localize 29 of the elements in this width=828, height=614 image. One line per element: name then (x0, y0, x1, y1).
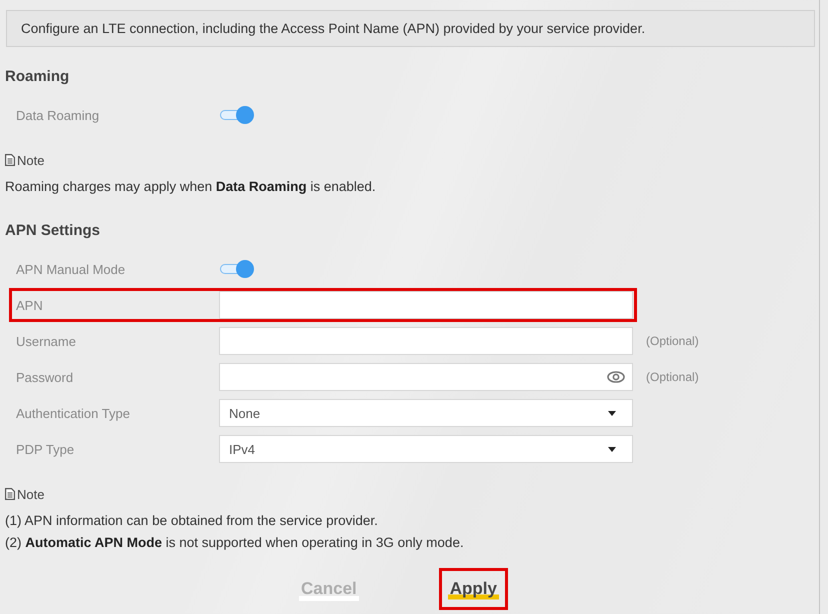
field-label: Username (16, 334, 77, 348)
input-field[interactable] (219, 327, 633, 355)
field-label: APN (16, 298, 44, 312)
caret-icon (608, 446, 616, 452)
toggle-switch[interactable] (220, 106, 254, 124)
document-icon (5, 488, 15, 500)
field-label: Authentication Type (16, 406, 131, 420)
note-heading: Note (17, 152, 44, 168)
note-text: (1) APN information can be obtained from the service provider. (5, 512, 379, 530)
dropdown[interactable]: IPv4 (219, 435, 633, 463)
input-field[interactable] (219, 291, 633, 319)
note-text: (2) Automatic APN Mode is not supported when operating in 3G only mode. (5, 534, 465, 552)
field-label: Password (16, 370, 74, 384)
section-heading: APN Settings (5, 221, 102, 241)
field-label: Data Roaming (16, 108, 100, 122)
dropdown[interactable]: None (219, 399, 633, 427)
document-icon (5, 154, 15, 166)
password-field[interactable] (219, 363, 633, 391)
toggle-switch[interactable] (220, 260, 254, 278)
caret-icon (608, 410, 616, 416)
note-text: Roaming charges may apply when Data Roaming is enabled. (5, 178, 377, 196)
field-label: PDP Type (16, 442, 76, 456)
field-label: APN Manual Mode (16, 262, 126, 276)
note-heading: Note (17, 486, 44, 502)
optional-hint: (Optional) (646, 370, 699, 384)
optional-hint: (Optional) (646, 334, 699, 348)
info-banner: Configure an LTE connection, including the Access Point Name (APN) provided by your service provider. (6, 10, 815, 47)
eye-icon[interactable] (607, 371, 625, 383)
section-heading: Roaming (5, 67, 70, 87)
